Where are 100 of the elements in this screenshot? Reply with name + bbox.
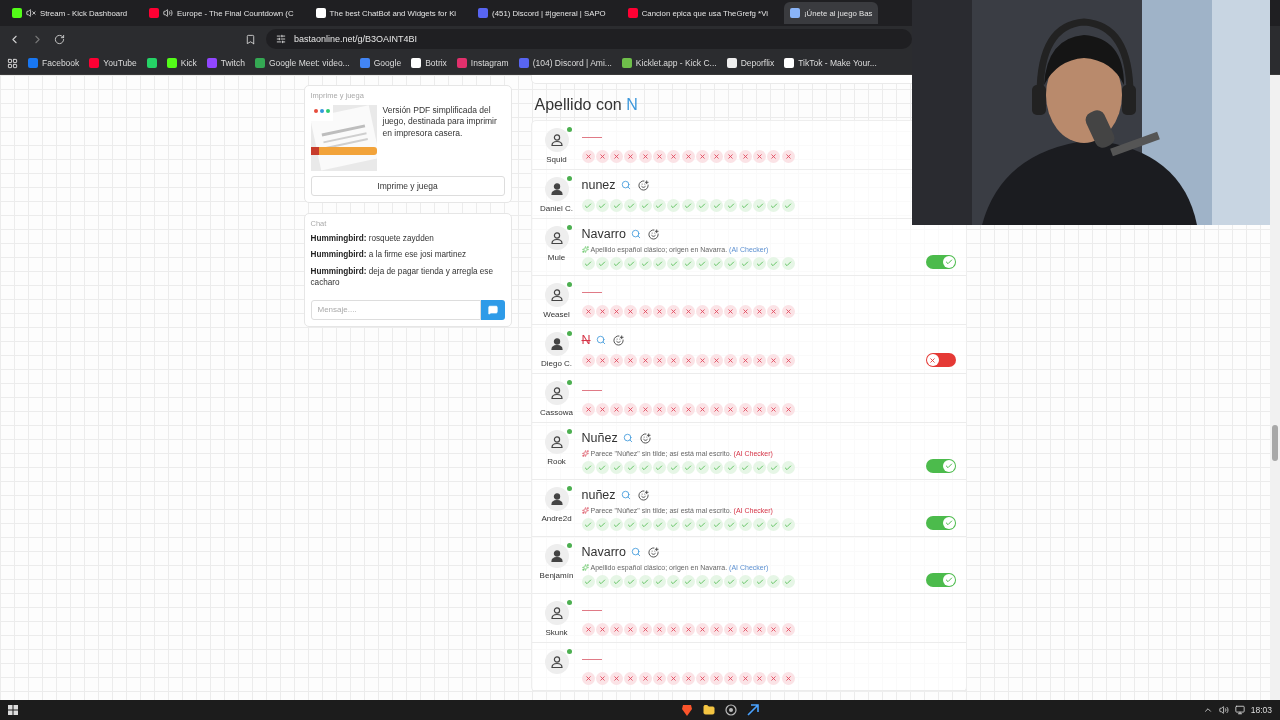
search-icon[interactable] (595, 335, 606, 345)
folder-icon[interactable] (703, 704, 716, 716)
online-dot (566, 600, 572, 605)
chat-message: Hummingbird: deja de pagar tienda y arregla ese cacharo (310, 265, 494, 289)
site-icon (726, 58, 737, 68)
app-icon[interactable] (725, 704, 738, 716)
send-button[interactable] (480, 299, 505, 320)
bookmark[interactable]: YouTube (89, 58, 137, 68)
reload-icon[interactable] (54, 33, 65, 45)
player-name: Weasel (543, 310, 570, 319)
scrollbar-thumb[interactable] (1272, 425, 1278, 461)
site-icon (28, 58, 38, 68)
site-settings-icon[interactable] (276, 34, 286, 44)
search-icon[interactable] (620, 180, 631, 190)
online-dot (566, 429, 572, 434)
search-icon[interactable] (630, 229, 641, 239)
bookmark[interactable]: Botrix (411, 58, 447, 68)
reaction-icon[interactable] (637, 179, 649, 191)
speaker-icon[interactable] (163, 8, 174, 18)
site-icon (254, 58, 265, 68)
answer: nuñez (581, 488, 616, 502)
bookmark[interactable]: Kick (166, 58, 197, 68)
message-field[interactable]: Mensaje.... (310, 299, 481, 320)
reaction-icon[interactable] (647, 228, 659, 240)
app-icon[interactable] (747, 704, 760, 716)
muted-speaker-icon[interactable] (26, 8, 36, 18)
empty-answer-line (581, 291, 602, 293)
check-icon (944, 519, 953, 527)
bookmark-icon[interactable] (245, 33, 256, 45)
chat-icon (487, 304, 498, 315)
validity-toggle[interactable] (925, 255, 956, 269)
site-icon (478, 8, 489, 18)
reaction-icon[interactable] (637, 489, 649, 501)
bookmark[interactable]: Deporflix (726, 58, 775, 68)
bookmark[interactable]: Kicklet.app - Kick C... (621, 58, 717, 68)
tray-chevron-icon[interactable] (1202, 705, 1213, 715)
site-icon (206, 58, 217, 68)
empty-answer-line (581, 609, 602, 611)
player-name: Diego C. (540, 359, 573, 368)
answer: N (581, 333, 591, 347)
online-dot (566, 649, 572, 654)
bookmark[interactable]: Google (359, 58, 402, 68)
validity-toggle[interactable] (925, 516, 956, 530)
empty-answer-line (581, 136, 602, 138)
bookmark[interactable]: Google Meet: video... (254, 58, 350, 68)
check-icon (944, 462, 953, 470)
online-dot (566, 282, 572, 287)
search-icon[interactable] (620, 490, 631, 500)
reaction-icon[interactable] (639, 432, 651, 444)
online-dot (566, 543, 572, 548)
site-icon (621, 58, 632, 68)
online-dot (566, 127, 572, 132)
network-icon[interactable] (1234, 705, 1245, 715)
clock[interactable]: 18:03 (1250, 705, 1272, 715)
site-icon (315, 8, 326, 18)
answer: Navarro (581, 227, 626, 241)
site-icon (12, 8, 22, 18)
empty-answer-line (581, 658, 602, 660)
chat-message: Hummingbird: rosquete zaydden (310, 233, 435, 245)
cross-icon (929, 356, 936, 364)
site-icon (789, 8, 800, 18)
print-button[interactable]: Imprime y juega (310, 176, 505, 196)
bookmark-icon[interactable] (146, 58, 157, 68)
bookmark[interactable]: TikTok - Make Your... (784, 58, 877, 68)
site-icon (149, 8, 160, 18)
answer: Nuñez (581, 431, 618, 445)
site-icon (89, 58, 100, 68)
online-dot (566, 380, 572, 385)
address-field[interactable]: bastaonline.net/g/B3OAINT4BI (266, 29, 912, 49)
player-name: Mule (547, 253, 566, 262)
site-icon (456, 58, 467, 68)
browser-icon[interactable] (681, 704, 694, 716)
search-icon[interactable] (622, 433, 633, 443)
windows-icon[interactable] (8, 705, 18, 715)
player-name: Andre2d (541, 514, 572, 523)
player-name: Skunk (545, 628, 568, 637)
validity-toggle[interactable] (925, 459, 956, 473)
validity-toggle[interactable] (925, 573, 956, 587)
volume-icon[interactable] (1218, 705, 1229, 715)
bookmark[interactable]: Instagram (456, 58, 509, 68)
reaction-icon[interactable] (612, 334, 624, 346)
site-icon (166, 58, 177, 68)
category-heading: Apellido con N (533, 95, 639, 115)
search-icon[interactable] (630, 547, 641, 557)
bookmark[interactable]: Facebook (28, 58, 80, 68)
site-icon (518, 58, 529, 68)
validity-toggle[interactable] (925, 353, 956, 367)
apps-icon[interactable] (7, 57, 18, 69)
site-icon (411, 58, 422, 68)
player-name: Daniel C. (540, 204, 573, 213)
player-name: Squid (546, 155, 567, 164)
site-icon (359, 58, 370, 68)
check-icon (944, 576, 953, 584)
answer: Navarro (581, 545, 626, 559)
reaction-icon[interactable] (647, 546, 659, 558)
bookmark[interactable]: (104) Discord | Ami... (518, 58, 612, 68)
site-icon (627, 8, 638, 18)
player-name: Rook (547, 457, 566, 466)
online-dot (566, 486, 572, 491)
bookmark[interactable]: Twitch (206, 58, 245, 68)
